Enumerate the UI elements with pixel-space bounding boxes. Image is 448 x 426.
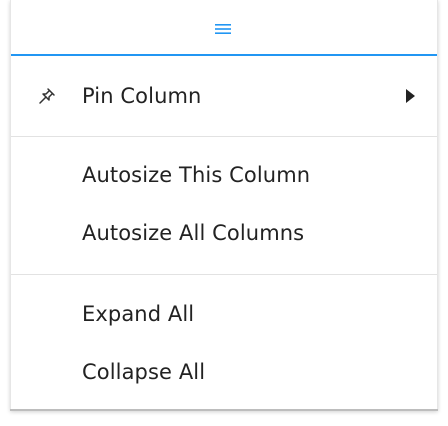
menu-items: Pin Column Autosize This Column Autosize… <box>11 56 437 401</box>
menu-tab-bar <box>11 0 437 56</box>
menu-item-label: Pin Column <box>82 84 202 108</box>
menu-item-autosize-this-column[interactable]: Autosize This Column <box>11 146 437 204</box>
pin-icon <box>11 67 82 125</box>
menu-item-expand-all[interactable]: Expand All <box>11 285 437 343</box>
menu-item-label: Autosize This Column <box>82 163 311 187</box>
menu-icon[interactable] <box>215 21 231 35</box>
menu-item-label: Collapse All <box>82 360 206 384</box>
column-menu-popup: Pin Column Autosize This Column Autosize… <box>10 0 438 411</box>
menu-separator <box>11 274 437 275</box>
menu-bottom-border <box>10 409 438 411</box>
menu-item-pin-column[interactable]: Pin Column <box>11 67 437 125</box>
menu-item-autosize-all-columns[interactable]: Autosize All Columns <box>11 204 437 262</box>
submenu-arrow-icon <box>406 89 415 103</box>
menu-separator <box>11 136 437 137</box>
menu-item-label: Expand All <box>82 302 195 326</box>
menu-item-label: Autosize All Columns <box>82 221 305 245</box>
menu-item-collapse-all[interactable]: Collapse All <box>11 343 437 401</box>
